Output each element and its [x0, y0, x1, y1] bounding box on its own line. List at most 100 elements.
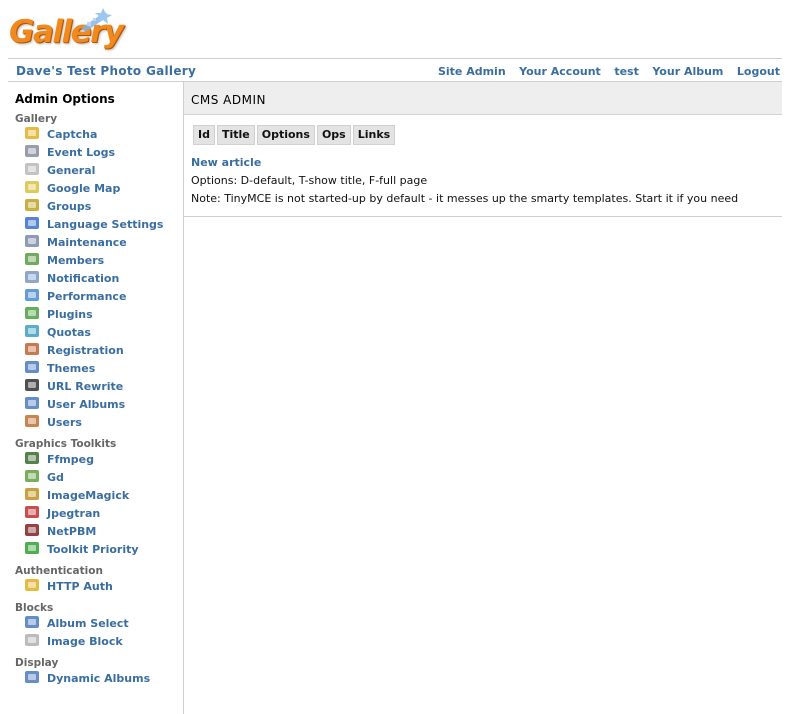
sidebar-item[interactable]: Google Map	[24, 179, 183, 197]
shield-icon	[24, 126, 40, 140]
sidebar-item-label[interactable]: Album Select	[47, 617, 129, 630]
sidebar-item[interactable]: Jpegtran	[24, 504, 183, 522]
sidebar-item-label[interactable]: NetPBM	[47, 525, 96, 538]
film-icon	[24, 451, 40, 465]
sidebar-section-title: Display	[15, 657, 59, 669]
album-select-icon	[24, 615, 40, 629]
main-panel: CMS ADMIN Id Title Options Ops Links New…	[184, 82, 782, 714]
sidebar-item[interactable]: ImageMagick	[24, 486, 183, 504]
column-title[interactable]: Title	[216, 125, 255, 145]
new-article-link[interactable]: New article	[191, 156, 261, 169]
top-nav: Site Admin Your Account test Your Album …	[428, 65, 780, 78]
sidebar-item-label[interactable]: URL Rewrite	[47, 380, 123, 393]
sidebar-item[interactable]: Performance	[24, 287, 183, 305]
user-link[interactable]: test	[614, 65, 639, 78]
jpg-icon	[24, 505, 40, 519]
column-links[interactable]: Links	[352, 125, 396, 145]
column-ops[interactable]: Ops	[316, 125, 351, 145]
sidebar-section-title: Authentication	[15, 565, 103, 577]
arrows-icon	[24, 541, 40, 555]
sidebar-item-label[interactable]: Registration	[47, 344, 124, 357]
sidebar-item[interactable]: Quotas	[24, 323, 183, 341]
sidebar-item-label[interactable]: Gd	[47, 471, 64, 484]
puzzle-icon	[24, 306, 40, 320]
your-account-link[interactable]: Your Account	[519, 65, 601, 78]
sidebar-item-label[interactable]: Performance	[47, 290, 126, 303]
header: Gallery	[8, 0, 782, 59]
sidebar-item[interactable]: Members	[24, 251, 183, 269]
sidebar-item-label[interactable]: Quotas	[47, 326, 91, 339]
sidebar-section-title: Gallery	[15, 113, 58, 125]
sidebar-item-label[interactable]: Ffmpeg	[47, 453, 94, 466]
sidebar-item[interactable]: Language Settings	[24, 215, 183, 233]
note-text: Note: TinyMCE is not started-up by defau…	[191, 192, 739, 205]
title-bar: Dave's Test Photo Gallery Site Admin You…	[8, 59, 782, 82]
sidebar-item-label[interactable]: Members	[47, 254, 104, 267]
pages-icon	[24, 162, 40, 176]
sidebar-item-label[interactable]: Image Block	[47, 635, 123, 648]
sidebar-item-label[interactable]: Google Map	[47, 182, 120, 195]
people-icon	[24, 252, 40, 266]
column-id[interactable]: Id	[193, 125, 215, 145]
sidebar-item-label[interactable]: Maintenance	[47, 236, 127, 249]
cube-icon	[24, 633, 40, 647]
logout-link[interactable]: Logout	[737, 65, 780, 78]
sidebar-item-label[interactable]: ImageMagick	[47, 489, 129, 502]
sidebar-item-label[interactable]: Event Logs	[47, 146, 115, 159]
gallery-logo[interactable]: Gallery	[9, 8, 124, 50]
sidebar-item-label[interactable]: Users	[47, 416, 82, 429]
column-options[interactable]: Options	[256, 125, 315, 145]
sidebar-item[interactable]: Plugins	[24, 305, 183, 323]
sidebar-item-label[interactable]: Dynamic Albums	[47, 672, 150, 685]
sidebar-heading: Admin Options	[15, 92, 115, 106]
sidebar-item-label[interactable]: Groups	[47, 200, 91, 213]
sidebar-item[interactable]: Captcha	[24, 125, 183, 143]
sidebar-item[interactable]: Dynamic Albums	[24, 669, 183, 687]
person-icon	[24, 414, 40, 428]
divider	[184, 216, 782, 217]
sidebar-item-label[interactable]: Plugins	[47, 308, 93, 321]
sidebar-section-title: Blocks	[15, 602, 54, 614]
pie-icon	[24, 324, 40, 338]
sidebar-item[interactable]: Notification	[24, 269, 183, 287]
wrench-icon	[24, 234, 40, 248]
sidebar-item[interactable]: Maintenance	[24, 233, 183, 251]
gd-icon	[24, 469, 40, 483]
album-icon	[24, 396, 40, 410]
sidebar-item[interactable]: Registration	[24, 341, 183, 359]
sidebar-item-label[interactable]: Captcha	[47, 128, 97, 141]
sidebar-item[interactable]: Ffmpeg	[24, 450, 183, 468]
sidebar-item[interactable]: URL Rewrite	[24, 377, 183, 395]
sidebar-item[interactable]: Album Select	[24, 614, 183, 632]
sidebar-item-label[interactable]: Language Settings	[47, 218, 163, 231]
sidebar-item-label[interactable]: Toolkit Priority	[47, 543, 139, 556]
sidebar-item[interactable]: Themes	[24, 359, 183, 377]
sidebar-item[interactable]: NetPBM	[24, 522, 183, 540]
log-icon	[24, 144, 40, 158]
sidebar-item-label[interactable]: General	[47, 164, 95, 177]
sidebar-item[interactable]: Image Block	[24, 632, 183, 650]
site-title[interactable]: Dave's Test Photo Gallery	[16, 64, 196, 78]
your-album-link[interactable]: Your Album	[652, 65, 723, 78]
sidebar-item[interactable]: Users	[24, 413, 183, 431]
sidebar-item[interactable]: General	[24, 161, 183, 179]
sidebar-item-label[interactable]: Notification	[47, 272, 119, 285]
sidebar-item[interactable]: Event Logs	[24, 143, 183, 161]
key-icon	[24, 578, 40, 592]
sidebar-item[interactable]: HTTP Auth	[24, 577, 183, 595]
sidebar-item-label[interactable]: User Albums	[47, 398, 125, 411]
person-add-icon	[24, 342, 40, 356]
sidebar-item-label[interactable]: Themes	[47, 362, 95, 375]
envelope-icon	[24, 270, 40, 284]
dynamic-album-icon	[24, 670, 40, 684]
sidebar-item[interactable]: User Albums	[24, 395, 183, 413]
content-area: Admin Options Gallery Captcha Event Logs Ge…	[8, 82, 782, 714]
wand-icon	[24, 487, 40, 501]
sidebar-item[interactable]: Gd	[24, 468, 183, 486]
sidebar-item-label[interactable]: Jpegtran	[47, 507, 100, 520]
sidebar-item[interactable]: Toolkit Priority	[24, 540, 183, 558]
sidebar-item[interactable]: Groups	[24, 197, 183, 215]
sidebar-item-label[interactable]: HTTP Auth	[47, 580, 113, 593]
map-icon	[24, 180, 40, 194]
site-admin-link[interactable]: Site Admin	[438, 65, 506, 78]
